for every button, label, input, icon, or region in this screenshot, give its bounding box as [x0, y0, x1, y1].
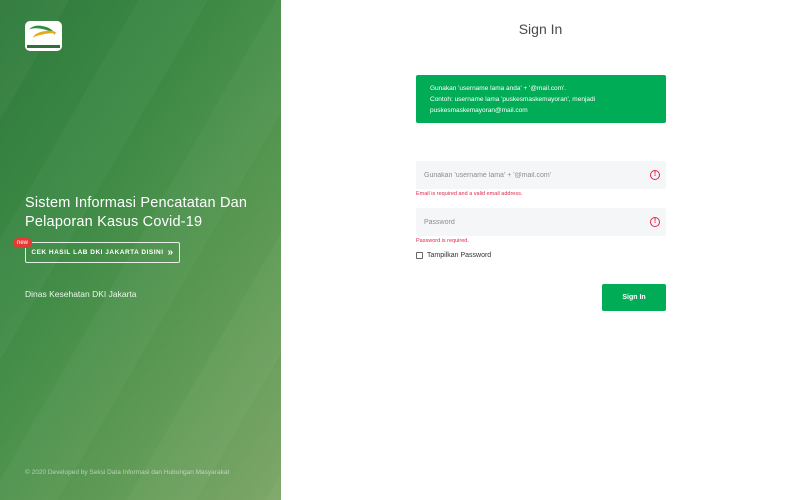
left-panel: Sistem Informasi Pencatatan Dan Pelapora…	[0, 0, 281, 500]
password-field[interactable]: !	[416, 208, 666, 236]
info-line-2: Contoh: username lama 'puskesmaskemayora…	[430, 96, 596, 114]
show-password-label: Tampilkan Password	[427, 252, 492, 259]
info-alert: Gunakan 'username lama anda' + '@mail.co…	[416, 75, 666, 123]
app-title: Sistem Informasi Pencatatan Dan Pelapora…	[25, 195, 248, 230]
new-badge: new	[13, 238, 32, 248]
show-password-toggle[interactable]: Tampilkan Password	[416, 252, 491, 259]
info-line-1: Gunakan 'username lama anda' + '@mail.co…	[430, 85, 567, 92]
show-password-checkbox[interactable]	[416, 252, 423, 259]
check-lab-results-label: CEK HASIL LAB DKI JAKARTA DISINI	[31, 249, 164, 256]
sign-in-button[interactable]: Sign In	[602, 284, 666, 311]
password-error-icon: !	[650, 217, 660, 227]
copyright-text: © 2020 Developed by Seksi Data Informasi…	[25, 469, 230, 476]
email-input[interactable]	[416, 161, 666, 189]
check-lab-results-button[interactable]: CEK HASIL LAB DKI JAKARTA DISINI »	[25, 242, 180, 263]
agency-name: Dinas Kesehatan DKI Jakarta	[25, 289, 137, 299]
page-title: Sign In	[518, 21, 563, 37]
password-error-message: Password is required.	[416, 238, 469, 244]
dinkes-logo	[25, 21, 62, 51]
chevron-double-right-icon: »	[167, 246, 174, 258]
password-input[interactable]	[416, 208, 666, 236]
email-error-message: Email is required and a valid email addr…	[416, 191, 523, 197]
email-field[interactable]: !	[416, 161, 666, 189]
email-error-icon: !	[650, 170, 660, 180]
